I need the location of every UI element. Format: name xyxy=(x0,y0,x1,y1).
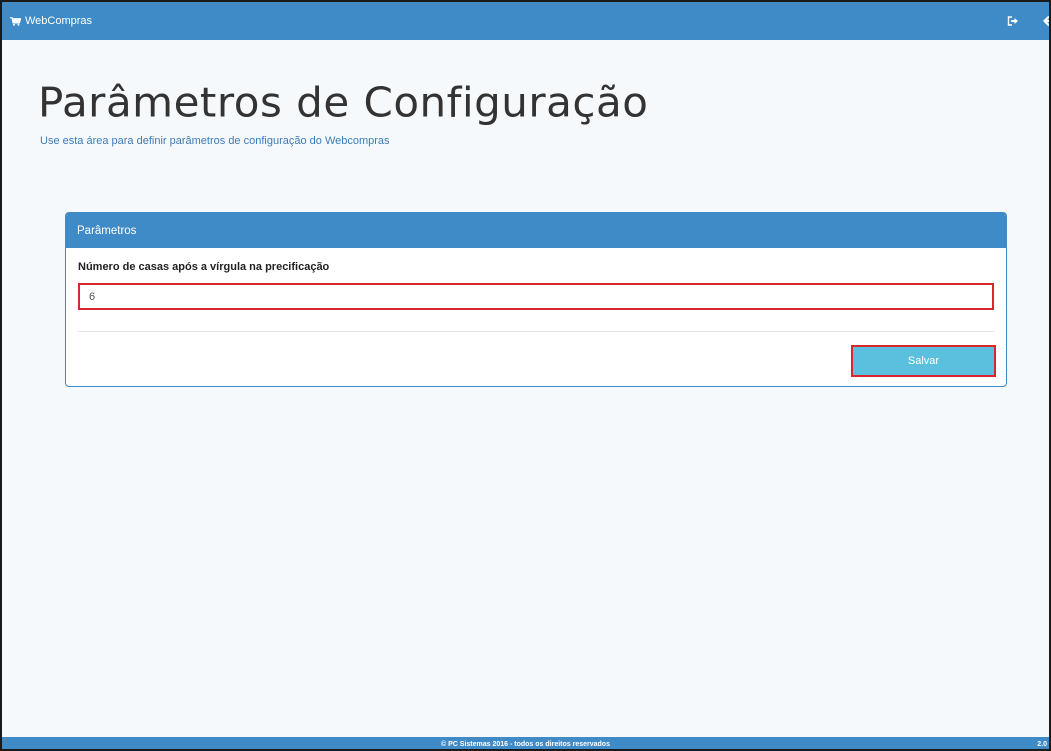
save-button[interactable]: Salvar xyxy=(851,345,996,377)
brand-link[interactable]: WebCompras xyxy=(10,15,92,27)
shopping-cart-icon xyxy=(10,16,21,26)
top-navbar: WebCompras xyxy=(0,0,1051,40)
sign-out-icon[interactable] xyxy=(1007,16,1019,26)
page-subtitle: Use esta área para definir parâmetros de… xyxy=(40,135,390,147)
arrow-left-icon[interactable] xyxy=(1043,15,1051,27)
decimal-places-input[interactable] xyxy=(78,283,994,310)
copyright-text: © PC Sistemas 2016 - todos os direitos r… xyxy=(441,740,610,748)
brand-label: WebCompras xyxy=(25,15,93,27)
version-text: 2.0 xyxy=(1037,740,1047,748)
page-title: Parâmetros de Configuração xyxy=(38,78,649,127)
divider xyxy=(78,331,994,332)
panel-heading: Parâmetros xyxy=(66,213,1006,248)
parameters-panel: Parâmetros Número de casas após a vírgul… xyxy=(65,212,1007,387)
footer: © PC Sistemas 2016 - todos os direitos r… xyxy=(0,737,1051,751)
decimal-places-label: Número de casas após a vírgula na precif… xyxy=(78,261,330,273)
